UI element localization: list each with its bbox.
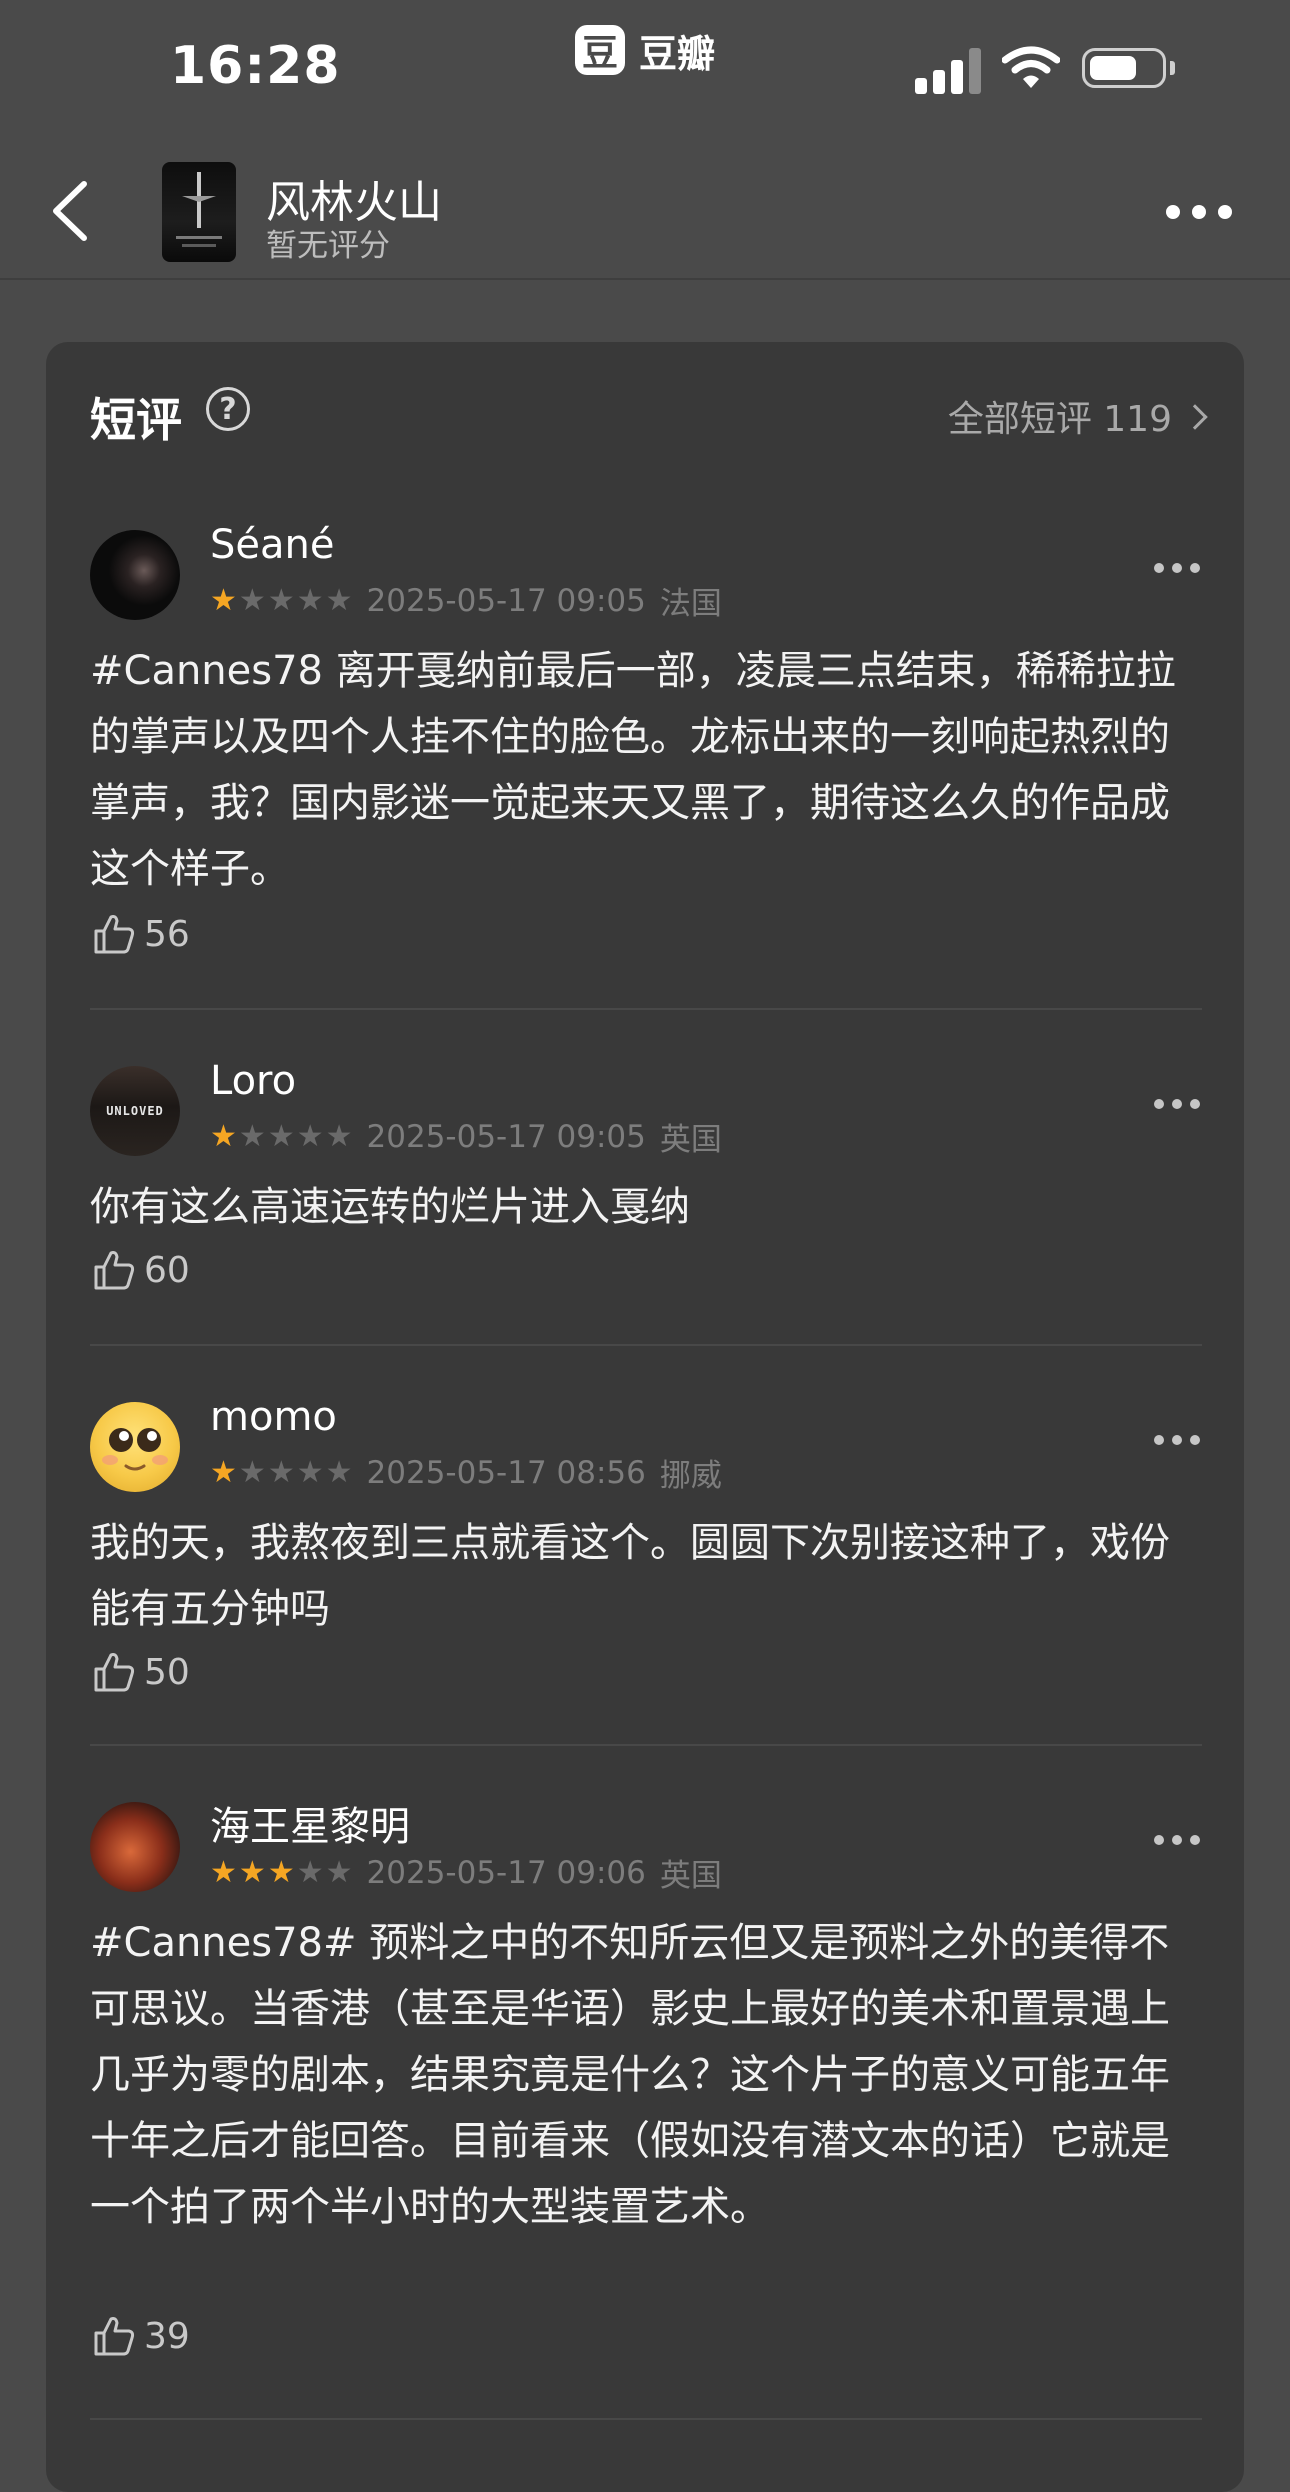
like-button[interactable]: 39	[90, 2312, 190, 2360]
thumbs-up-icon	[94, 1653, 135, 1692]
like-count: 60	[144, 1249, 190, 1291]
avatar[interactable]: UNLOVED	[90, 1066, 180, 1156]
movie-poster[interactable]	[162, 162, 236, 262]
star-empty-icon: ★	[325, 582, 353, 618]
star-rating: ★ ★ ★ ★ ★	[210, 1118, 353, 1154]
battery-icon	[1082, 48, 1166, 88]
douban-logo-icon: 豆	[575, 25, 625, 75]
review-username[interactable]: Séané	[210, 522, 334, 568]
review-meta: ★ ★ ★ ★ ★ 2025-05-17 09:05 法国	[210, 578, 722, 623]
avatar[interactable]	[90, 530, 180, 620]
review-datetime: 2025-05-17 08:56	[366, 1454, 646, 1491]
review-location: 挪威	[659, 1458, 722, 1494]
star-filled-icon: ★	[210, 1454, 237, 1490]
cellular-signal-icon	[915, 44, 981, 94]
review-username[interactable]: momo	[210, 1394, 337, 1440]
review-meta: ★ ★ ★ ★ ★ 2025-05-17 09:05 英国	[210, 1114, 722, 1159]
review-item: UNLOVED Loro ★ ★ ★ ★ ★ 2025-05-17 09:05 英国 你…	[90, 1058, 1202, 1346]
star-empty-icon: ★	[296, 582, 324, 618]
emoji-face-icon	[102, 1428, 168, 1471]
battery-cap	[1170, 61, 1175, 75]
status-bar: 16:28 豆 豆瓣	[0, 0, 1290, 140]
thumbs-up-icon	[94, 915, 135, 954]
star-empty-icon: ★	[238, 1454, 266, 1490]
review-text: #Cannes78# 预料之中的不知所云但又是预料之外的美得不可思议。当香港（甚…	[90, 1920, 1170, 2230]
review-text: 我的天，我熬夜到三点就看这个。圆圆下次别接这种了，戏份能有五分钟吗	[90, 1520, 1170, 1632]
like-count: 56	[144, 913, 190, 955]
chevron-right-icon	[1182, 404, 1208, 430]
like-button[interactable]: 60	[90, 1246, 190, 1294]
review-datetime: 2025-05-17 09:05	[366, 1118, 646, 1155]
review-datetime: 2025-05-17 09:06	[366, 1854, 646, 1891]
review-username[interactable]: Loro	[210, 1058, 296, 1104]
nav-header: 风林火山 暂无评分	[0, 140, 1290, 280]
status-time: 16:28	[170, 36, 341, 96]
star-empty-icon: ★	[325, 1854, 353, 1890]
review-more-button[interactable]	[1154, 1434, 1200, 1446]
star-empty-icon: ★	[325, 1118, 353, 1154]
all-reviews-link[interactable]: 全部短评 119	[947, 390, 1208, 442]
star-filled-icon: ★	[267, 1854, 295, 1890]
star-empty-icon: ★	[267, 1118, 295, 1154]
review-text: #Cannes78 离开戛纳前最后一部，凌晨三点结束，稀稀拉拉的掌声以及四个人挂…	[90, 648, 1176, 892]
like-count: 39	[144, 2315, 190, 2357]
review-datetime: 2025-05-17 09:05	[366, 582, 646, 619]
review-more-button[interactable]	[1154, 1834, 1200, 1846]
all-reviews-label: 全部短评 119	[947, 399, 1172, 440]
star-rating: ★ ★ ★ ★ ★	[210, 1854, 353, 1890]
star-filled-icon: ★	[210, 582, 237, 618]
star-rating: ★ ★ ★ ★ ★	[210, 1454, 353, 1490]
app-name: 豆瓣	[639, 31, 716, 76]
help-icon[interactable]: ?	[206, 387, 250, 431]
review-location: 英国	[659, 1858, 722, 1894]
star-filled-icon: ★	[210, 1118, 237, 1154]
review-item: Séané ★ ★ ★ ★ ★ 2025-05-17 09:05 法国 #Cannes7…	[90, 522, 1202, 1010]
review-username[interactable]: 海王星黎明	[210, 1794, 410, 1852]
star-empty-icon: ★	[296, 1454, 324, 1490]
like-count: 50	[144, 1651, 190, 1693]
back-button[interactable]	[40, 176, 100, 246]
star-empty-icon: ★	[267, 582, 295, 618]
review-item: 海王星黎明 ★ ★ ★ ★ ★ 2025-05-17 09:06 英国 #Cannes7…	[90, 1802, 1202, 2420]
star-filled-icon: ★	[210, 1854, 237, 1890]
star-filled-icon: ★	[238, 1854, 266, 1890]
like-button[interactable]: 50	[90, 1648, 190, 1696]
avatar-text: UNLOVED	[106, 1104, 164, 1118]
star-empty-icon: ★	[325, 1454, 353, 1490]
section-title: 短评	[90, 393, 182, 447]
star-empty-icon: ★	[296, 1854, 324, 1890]
star-empty-icon: ★	[296, 1118, 324, 1154]
review-text: 你有这么高速运转的烂片进入戛纳	[90, 1184, 690, 1230]
star-rating: ★ ★ ★ ★ ★	[210, 582, 353, 618]
review-location: 英国	[659, 1122, 722, 1158]
more-options-button[interactable]	[1166, 200, 1232, 224]
star-empty-icon: ★	[267, 1454, 295, 1490]
like-button[interactable]: 56	[90, 910, 190, 958]
avatar[interactable]	[90, 1802, 180, 1892]
star-empty-icon: ★	[238, 582, 266, 618]
short-reviews-card: 短评 ? 全部短评 119 Séané ★ ★ ★ ★ ★ 2025-05-17 09:…	[46, 342, 1244, 2492]
thumbs-up-icon	[94, 2317, 135, 2356]
app-indicator: 豆 豆瓣	[575, 20, 715, 80]
review-item: momo ★ ★ ★ ★ ★ 2025-05-17 08:56 挪威 我的天，我熬夜到三…	[90, 1394, 1202, 1746]
wifi-icon	[1002, 46, 1060, 88]
avatar[interactable]	[90, 1402, 180, 1492]
review-meta: ★ ★ ★ ★ ★ 2025-05-17 08:56 挪威	[210, 1450, 722, 1495]
thumbs-up-icon	[94, 1251, 135, 1290]
movie-rating-status: 暂无评分	[266, 228, 390, 264]
review-more-button[interactable]	[1154, 1098, 1200, 1110]
review-meta: ★ ★ ★ ★ ★ 2025-05-17 09:06 英国	[210, 1850, 722, 1895]
review-location: 法国	[659, 586, 722, 622]
star-empty-icon: ★	[238, 1118, 266, 1154]
review-more-button[interactable]	[1154, 562, 1200, 574]
